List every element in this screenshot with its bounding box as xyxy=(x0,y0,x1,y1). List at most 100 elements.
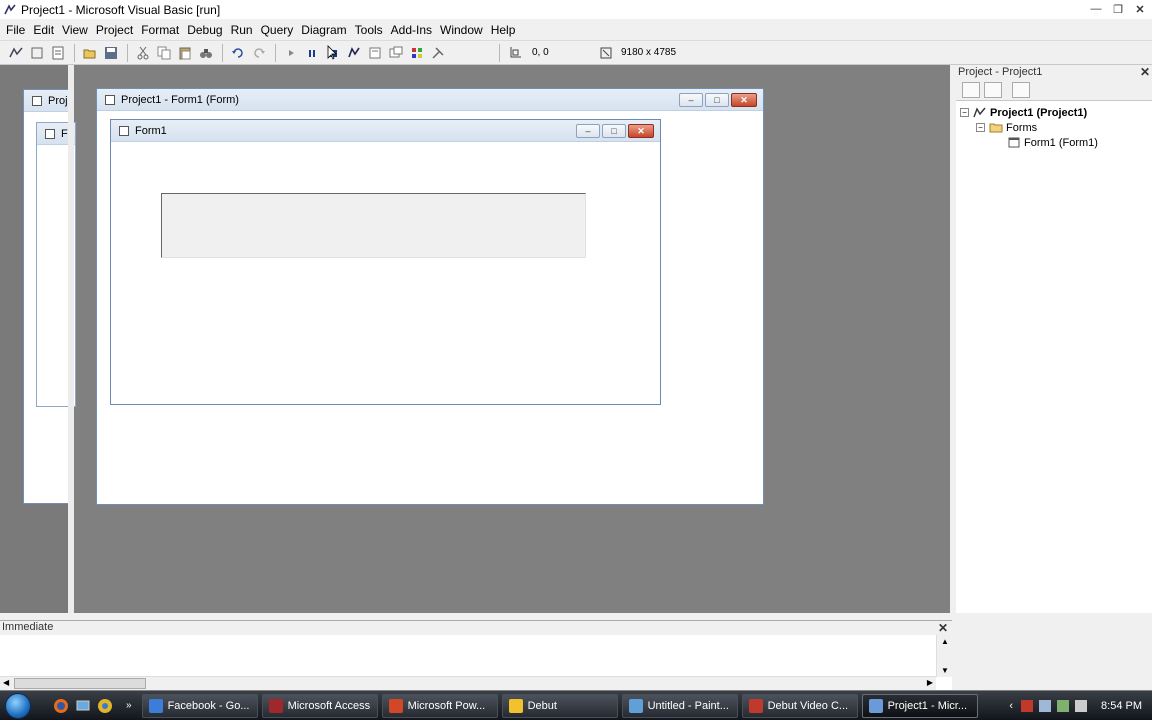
form1-window[interactable]: Form1 – □ ✕ xyxy=(110,119,661,405)
scroll-down-icon[interactable]: ▼ xyxy=(941,666,949,675)
firefox-quicklaunch-icon[interactable] xyxy=(52,697,70,715)
designer-close-button[interactable]: ✕ xyxy=(731,93,757,107)
menu-view[interactable]: View xyxy=(58,19,92,41)
maximize-button[interactable]: ❐ xyxy=(1108,1,1128,17)
network-icon[interactable] xyxy=(1039,699,1052,712)
task-label: Microsoft Access xyxy=(287,699,371,712)
start-icon[interactable] xyxy=(281,43,301,63)
project-explorer-icon[interactable] xyxy=(344,43,364,63)
end-icon[interactable] xyxy=(323,43,343,63)
splitter-bar[interactable] xyxy=(0,613,1152,620)
menu-add-ins[interactable]: Add-Ins xyxy=(387,19,436,41)
horizontal-scroll-thumb[interactable] xyxy=(14,678,146,689)
form1-maximize-button[interactable]: □ xyxy=(602,124,626,138)
tray-expand-icon[interactable]: ‹ xyxy=(1009,700,1013,712)
project-node-label: Project1 (Project1) xyxy=(990,106,1088,119)
window-icon xyxy=(119,125,129,136)
find-icon[interactable] xyxy=(196,43,216,63)
scroll-right-icon[interactable]: ▶ xyxy=(927,678,933,687)
task-debut[interactable]: Debut xyxy=(501,693,618,718)
designer-maximize-button[interactable]: □ xyxy=(705,93,729,107)
menu-file[interactable]: File xyxy=(2,19,29,41)
form-designer-title-bar[interactable]: Project1 - Form1 (Form) – □ ✕ xyxy=(97,89,763,111)
menu-format[interactable]: Format xyxy=(137,19,183,41)
immediate-title: Immediate xyxy=(2,621,54,633)
folder-icon xyxy=(989,123,1003,133)
form1-close-button[interactable]: ✕ xyxy=(628,124,654,138)
power-icon[interactable] xyxy=(1057,699,1070,712)
cut-icon[interactable] xyxy=(133,43,153,63)
view-object-icon[interactable] xyxy=(984,81,1002,98)
form-control-box[interactable] xyxy=(161,193,586,258)
task-paint[interactable]: Untitled - Paint... xyxy=(621,693,738,718)
menu-run[interactable]: Run xyxy=(227,19,257,41)
menu-tools[interactable]: Tools xyxy=(351,19,387,41)
save-project-icon[interactable] xyxy=(101,43,121,63)
form1-title: Form1 xyxy=(135,124,167,137)
task-facebook[interactable]: Facebook - Go... xyxy=(141,693,258,718)
immediate-horizontal-scrollbar[interactable]: ◀ ▶ xyxy=(0,676,936,690)
background-window-title-bar[interactable]: Proj xyxy=(24,90,72,112)
add-project-icon[interactable] xyxy=(6,43,26,63)
task-powerpoint[interactable]: Microsoft Pow... xyxy=(381,693,498,718)
menu-help[interactable]: Help xyxy=(487,19,520,41)
tree-node-forms[interactable]: − Forms xyxy=(960,120,1148,135)
tree-node-form1[interactable]: Form1 (Form1) xyxy=(960,135,1148,150)
undo-icon[interactable] xyxy=(228,43,248,63)
view-code-icon[interactable] xyxy=(962,81,980,98)
desktop-quicklaunch-icon[interactable] xyxy=(74,697,92,715)
task-access[interactable]: Microsoft Access xyxy=(261,693,378,718)
add-form-icon[interactable] xyxy=(27,43,47,63)
clock[interactable]: 8:54 PM xyxy=(1101,700,1142,712)
tray-app-icon[interactable] xyxy=(1021,699,1034,712)
start-button[interactable] xyxy=(0,691,36,720)
object-browser-icon[interactable] xyxy=(407,43,427,63)
chrome-quicklaunch-icon[interactable] xyxy=(96,697,114,715)
toggle-folders-icon[interactable] xyxy=(1012,81,1030,98)
form1-minimize-button[interactable]: – xyxy=(576,124,600,138)
immediate-close-icon[interactable]: ✕ xyxy=(938,621,948,635)
minimize-button[interactable]: — xyxy=(1086,1,1106,17)
close-button[interactable]: ✕ xyxy=(1130,1,1150,17)
form-designer-window[interactable]: Project1 - Form1 (Form) – □ ✕ Form1 – □ … xyxy=(96,88,764,505)
form-icon xyxy=(1008,137,1020,148)
menu-project[interactable]: Project xyxy=(92,19,137,41)
vb-app-icon[interactable] xyxy=(3,3,17,17)
quicklaunch-more-icon[interactable]: » xyxy=(126,700,132,711)
collapse-icon[interactable]: − xyxy=(976,123,985,132)
scroll-up-icon[interactable]: ▲ xyxy=(941,637,949,646)
task-visual-basic[interactable]: Project1 - Micr... xyxy=(861,693,978,718)
background-project-window[interactable]: Proj F xyxy=(23,89,76,504)
project-explorer-close-icon[interactable]: ✕ xyxy=(1140,65,1150,79)
task-debut-video[interactable]: Debut Video C... xyxy=(741,693,858,718)
project-explorer-title: Project - Project1 xyxy=(958,66,1043,78)
collapse-icon[interactable]: − xyxy=(960,108,969,117)
immediate-input-area[interactable] xyxy=(0,635,936,676)
properties-window-icon[interactable] xyxy=(365,43,385,63)
tree-node-project[interactable]: − Project1 (Project1) xyxy=(960,105,1148,120)
open-project-icon[interactable] xyxy=(80,43,100,63)
menu-debug[interactable]: Debug xyxy=(183,19,226,41)
toolbar-separator xyxy=(222,43,223,62)
copy-icon[interactable] xyxy=(154,43,174,63)
break-icon[interactable] xyxy=(302,43,322,63)
form-layout-icon[interactable] xyxy=(386,43,406,63)
title-bar: Project1 - Microsoft Visual Basic [run] … xyxy=(0,0,1152,19)
project-explorer-toolbar xyxy=(956,79,1152,101)
form1-node-label: Form1 (Form1) xyxy=(1024,136,1098,149)
menu-query[interactable]: Query xyxy=(257,19,298,41)
scroll-left-icon[interactable]: ◀ xyxy=(3,678,9,687)
menu-diagram[interactable]: Diagram xyxy=(297,19,350,41)
immediate-vertical-scrollbar[interactable]: ▲ ▼ xyxy=(936,635,952,677)
menu-edit[interactable]: Edit xyxy=(29,19,58,41)
windows-logo-icon xyxy=(5,692,31,719)
redo-icon[interactable] xyxy=(249,43,269,63)
workspace-splitter[interactable] xyxy=(68,65,74,613)
menu-editor-icon[interactable] xyxy=(48,43,68,63)
paste-icon[interactable] xyxy=(175,43,195,63)
volume-icon[interactable] xyxy=(1075,699,1088,712)
form1-title-bar[interactable]: Form1 – □ ✕ xyxy=(111,120,660,142)
designer-minimize-button[interactable]: – xyxy=(679,93,703,107)
menu-window[interactable]: Window xyxy=(436,19,487,41)
toolbox-icon[interactable] xyxy=(428,43,448,63)
